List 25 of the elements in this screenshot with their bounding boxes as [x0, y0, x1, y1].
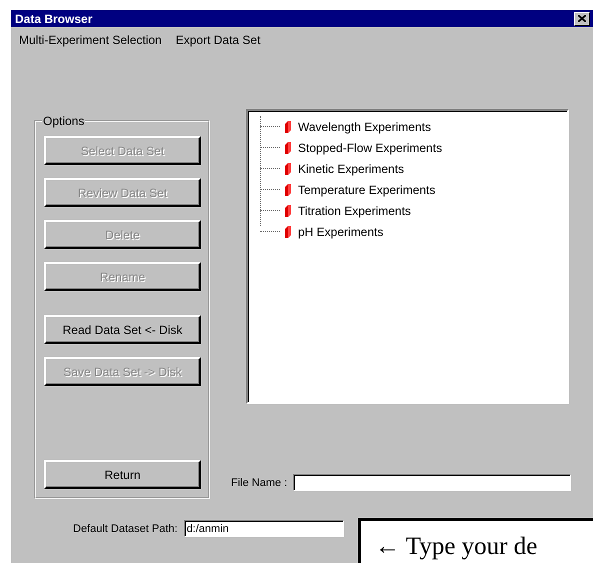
return-button[interactable]: Return [44, 460, 201, 489]
book-icon [284, 204, 292, 218]
menu-item[interactable]: Multi-Experiment Selection [19, 33, 162, 52]
path-field[interactable]: d:/anmin [184, 520, 344, 537]
tree-item[interactable]: Kinetic Experiments [298, 162, 404, 176]
callout-note: ← Type your de [358, 518, 593, 563]
book-icon [284, 120, 292, 134]
group-title: Options [42, 114, 86, 128]
field-label: File Name : [231, 476, 288, 488]
tree-item[interactable]: Titration Experiments [298, 204, 411, 218]
window-title: Data Browser [15, 12, 92, 26]
book-icon [284, 182, 292, 196]
tree-item[interactable]: Stopped-Flow Experiments [298, 140, 442, 154]
menu-item[interactable]: Export Data Set [176, 33, 260, 52]
tree-item[interactable]: Wavelength Experiments [298, 120, 431, 134]
option-button[interactable]: Read Data Set <- Disk [44, 315, 201, 344]
field-label: Default Dataset Path: [73, 522, 178, 534]
book-icon [284, 162, 292, 176]
close-button[interactable] [574, 12, 590, 26]
close-icon [578, 15, 586, 22]
tree-item[interactable]: pH Experiments [298, 224, 384, 238]
file-name-field[interactable] [293, 474, 572, 491]
book-icon [284, 224, 292, 238]
tree-item[interactable]: Temperature Experiments [298, 182, 436, 196]
book-icon [284, 140, 292, 154]
